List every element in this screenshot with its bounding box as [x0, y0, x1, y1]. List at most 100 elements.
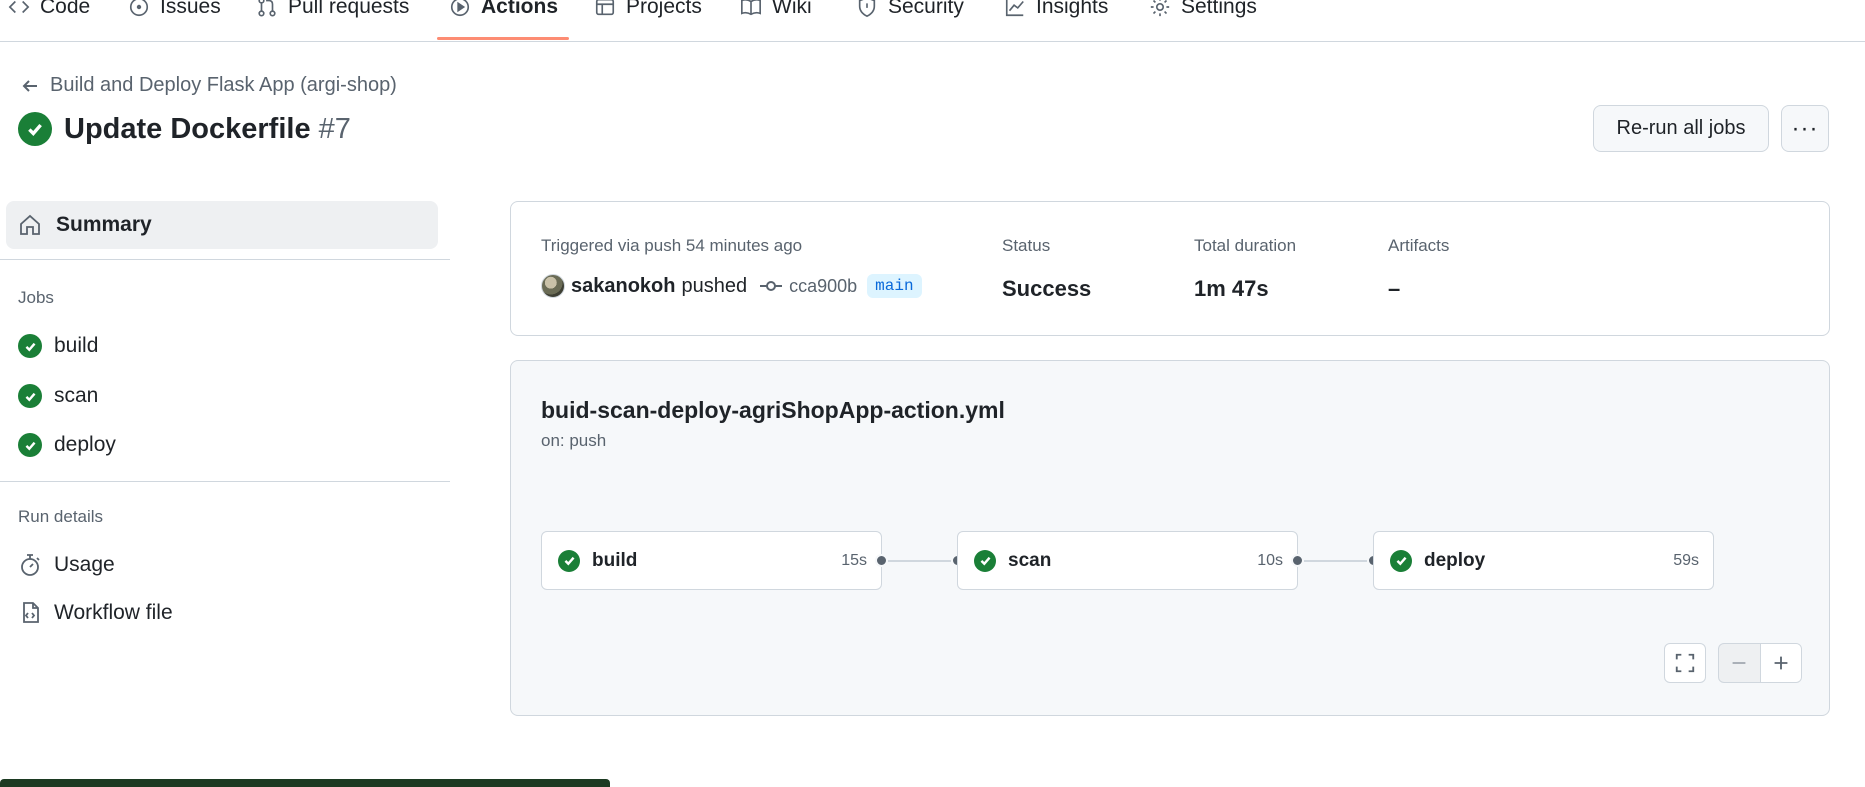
- git-commit-icon: [760, 281, 783, 291]
- repo-nav: Code Issues Pull requests Actions Projec…: [0, 0, 1865, 42]
- job-node-build[interactable]: build 15s: [541, 531, 882, 590]
- commit-sha-link[interactable]: cca900b: [789, 276, 857, 297]
- zoom-in-button[interactable]: [1759, 644, 1801, 682]
- run-number: #7: [318, 112, 351, 145]
- run-details-heading: Run details: [18, 507, 104, 526]
- graph-icon: [1005, 0, 1024, 17]
- stopwatch-icon: [21, 554, 40, 576]
- pull-request-icon: [258, 0, 276, 17]
- workflow-graph-card: buid-scan-deploy-agriShopApp-action.yml …: [510, 360, 1830, 716]
- rerun-all-jobs-button[interactable]: Re-run all jobs: [1593, 105, 1769, 152]
- job-output-port: [875, 554, 888, 567]
- active-tab-underline: [437, 37, 569, 40]
- job-dependency-edge: [888, 560, 951, 562]
- workflow-file-name[interactable]: buid-scan-deploy-agriShopApp-action.yml: [541, 397, 1005, 424]
- tab-projects-label: Projects: [626, 0, 702, 18]
- sidebar-item-summary-label: Summary: [56, 213, 152, 236]
- page-title: Update Dockerfile #7: [18, 112, 351, 146]
- table-icon: [595, 0, 615, 16]
- tab-code[interactable]: Code: [8, 0, 90, 41]
- success-check-icon: [1390, 549, 1412, 572]
- tab-wiki-label: Wiki: [772, 0, 812, 18]
- sidebar-job-deploy[interactable]: deploy: [18, 433, 116, 457]
- sidebar-item-summary[interactable]: Summary: [6, 201, 438, 249]
- job-node-scan[interactable]: scan 10s: [957, 531, 1298, 590]
- triggered-text: Triggered via push 54 minutes ago: [541, 236, 803, 255]
- book-icon: [741, 0, 761, 16]
- status-label: Status: [1002, 236, 1051, 255]
- tab-projects[interactable]: Projects: [594, 0, 702, 41]
- job-node-deploy[interactable]: deploy 59s: [1373, 531, 1714, 590]
- job-output-port: [1291, 554, 1304, 567]
- sidebar-job-scan[interactable]: scan: [18, 384, 98, 408]
- bottom-toast-bar: [0, 779, 610, 787]
- success-check-icon: [18, 433, 42, 457]
- success-check-icon: [18, 334, 42, 358]
- job-name: build: [592, 549, 638, 571]
- tab-actions-label: Actions: [481, 0, 559, 18]
- home-icon: [20, 214, 40, 235]
- tab-security-label: Security: [888, 0, 964, 18]
- issue-icon: [129, 0, 149, 17]
- success-check-icon: [558, 549, 580, 572]
- success-check-icon: [18, 112, 52, 146]
- duration-label: Total duration: [1194, 236, 1297, 255]
- tab-pull-requests[interactable]: Pull requests: [256, 0, 409, 41]
- fullscreen-button[interactable]: [1664, 643, 1706, 683]
- gear-icon: [1150, 0, 1170, 17]
- tab-actions[interactable]: Actions: [449, 0, 558, 41]
- tab-security[interactable]: Security: [856, 0, 964, 41]
- sidebar-item-workflow-file-label: Workflow file: [54, 601, 173, 624]
- avatar[interactable]: [541, 274, 565, 298]
- status-value: Success: [1002, 276, 1092, 301]
- sidebar-item-usage[interactable]: Usage: [18, 553, 115, 577]
- tab-code-label: Code: [40, 0, 91, 18]
- tab-settings-label: Settings: [1181, 0, 1257, 18]
- run-title-text: Update Dockerfile: [64, 112, 311, 145]
- job-name: deploy: [1424, 549, 1486, 571]
- push-verb: pushed: [681, 274, 748, 297]
- job-name: scan: [1008, 549, 1052, 571]
- tab-issues-label: Issues: [160, 0, 221, 18]
- back-to-workflow-link[interactable]: Build and Deploy Flask App (argi-shop): [20, 74, 397, 97]
- code-icon: [8, 0, 30, 14]
- jobs-heading: Jobs: [18, 288, 54, 307]
- user-link[interactable]: sakanokoh: [571, 275, 675, 298]
- more-options-button[interactable]: ···: [1781, 105, 1829, 152]
- sidebar-item-workflow-file[interactable]: Workflow file: [18, 601, 173, 625]
- sidebar-divider: [0, 259, 450, 260]
- zoom-out-button[interactable]: [1719, 644, 1760, 682]
- workflow-name: Build and Deploy Flask App (argi-shop): [50, 74, 397, 96]
- file-code-icon: [23, 602, 39, 623]
- zoom-controls: [1718, 643, 1802, 683]
- duration-value: 1m 47s: [1194, 276, 1269, 301]
- fullscreen-icon: [1675, 653, 1695, 673]
- minus-icon: [1733, 662, 1746, 664]
- workflow-trigger: on: push: [541, 431, 607, 450]
- tab-insights[interactable]: Insights: [1004, 0, 1108, 41]
- tab-pull-requests-label: Pull requests: [288, 0, 410, 18]
- play-icon: [450, 0, 470, 17]
- tab-issues[interactable]: Issues: [128, 0, 221, 41]
- sidebar-job-label: scan: [54, 384, 99, 407]
- shield-icon: [858, 0, 876, 18]
- tab-settings[interactable]: Settings: [1149, 0, 1257, 41]
- sidebar-job-label: build: [54, 334, 99, 357]
- tab-insights-label: Insights: [1036, 0, 1109, 18]
- sidebar-job-label: deploy: [54, 433, 116, 456]
- success-check-icon: [18, 384, 42, 408]
- artifacts-value: –: [1388, 276, 1401, 301]
- tab-wiki[interactable]: Wiki: [740, 0, 812, 41]
- job-duration: 59s: [1673, 551, 1699, 569]
- sidebar-item-usage-label: Usage: [54, 553, 115, 576]
- run-summary-card: Triggered via push 54 minutes ago sakano…: [510, 201, 1830, 336]
- push-info: sakanokoh pushed cca900b main: [541, 274, 922, 298]
- job-dependency-edge: [1304, 560, 1367, 562]
- success-check-icon: [974, 549, 996, 572]
- job-duration: 15s: [841, 551, 867, 569]
- sidebar-divider: [0, 481, 450, 482]
- plus-icon: [1774, 656, 1788, 670]
- artifacts-label: Artifacts: [1388, 236, 1450, 255]
- sidebar-job-build[interactable]: build: [18, 334, 98, 358]
- branch-badge[interactable]: main: [867, 274, 922, 298]
